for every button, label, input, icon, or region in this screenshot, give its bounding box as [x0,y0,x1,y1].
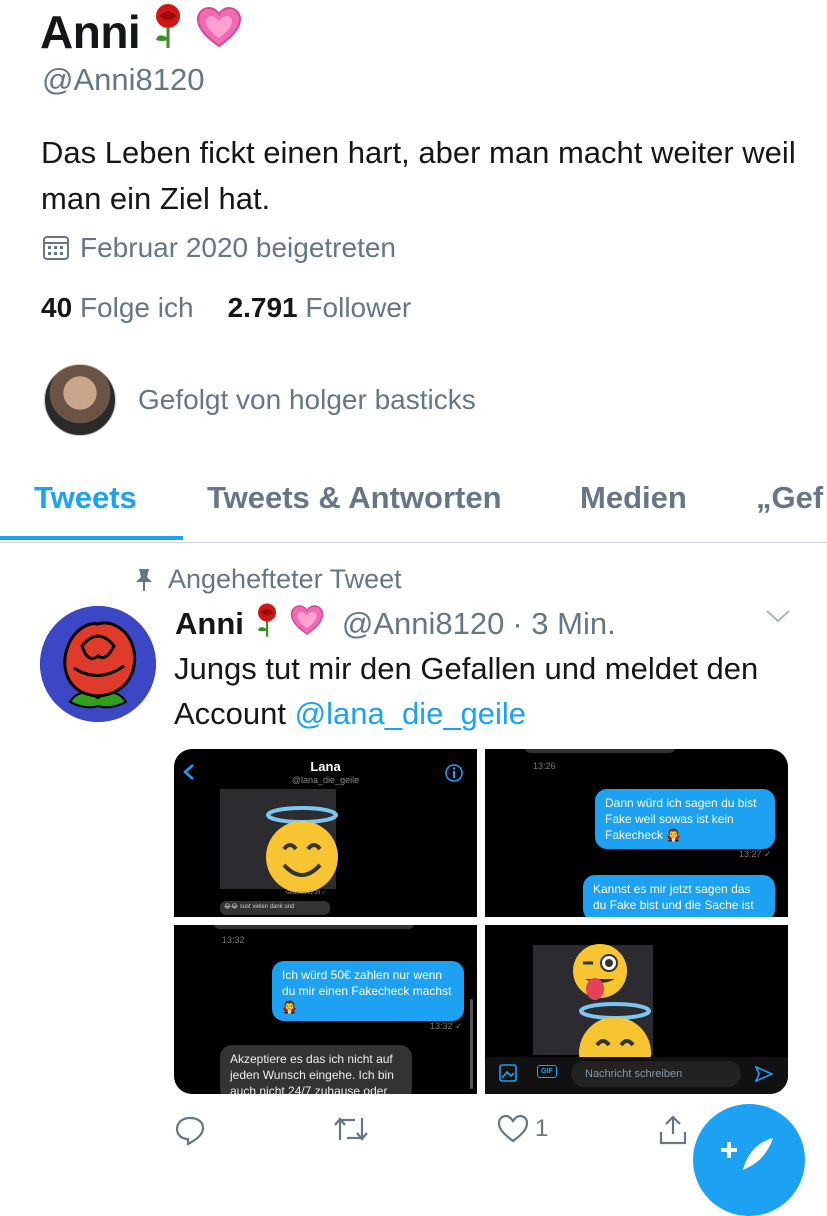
chat-time: 13:32 ✓ [430,1021,463,1031]
chat-time: 13:32 [222,935,245,945]
media-image-3[interactable]: 13:32 Ich würd 50€ zahlen nur wenn du mi… [174,925,477,1094]
reply-button[interactable] [174,1114,206,1146]
heart-icon [290,604,324,644]
angel-emoji-icon [579,1002,651,1061]
tweet-text: Jungs tut mir den Gefallen und meldet de… [174,651,759,731]
tweet-header: Anni @Anni8120 · 3 Min. [175,602,616,646]
chat-bubble-blue: Kannst es mir jetzt sagen das du Fake bi… [583,875,775,917]
profile-tabs: Tweets Tweets & Antworten Medien „Gef [0,470,827,543]
compose-feather-icon [721,1138,773,1170]
pin-icon [136,568,152,591]
retweet-button[interactable] [333,1114,369,1144]
tweet-avatar[interactable] [40,606,156,722]
tab-tweets-replies[interactable]: Tweets & Antworten [207,480,502,516]
scrollbar[interactable] [470,999,473,1089]
info-icon [445,764,463,782]
tweet-time: · 3 Min. [512,606,616,641]
pinned-label: Angehefteter Tweet [134,564,402,595]
chat-bubble-blue: Ich würd 50€ zahlen nur wenn du mir eine… [272,961,464,1021]
mention-link[interactable]: @lana_die_geile [295,696,526,731]
tweet-handle: @Anni8120 [341,606,505,641]
followed-by[interactable]: Gefolgt von holger basticks [44,364,476,436]
tweet-media[interactable]: Lana @lana_die_geile 😂😂 sust vielen dank… [174,749,788,1094]
media-image-4[interactable]: GIF Nachricht schreiben [485,925,788,1094]
profile-bio: Das Leben fickt einen hart, aber man mac… [41,135,796,216]
like-count: 1 [535,1115,549,1142]
pinned-text: Angehefteter Tweet [168,564,402,594]
followed-by-text: Gefolgt von holger basticks [138,384,476,415]
joined-text: Februar 2020 beigetreten [80,232,396,263]
following-link[interactable]: 40 Folge ich [41,292,194,324]
rose-icon [148,2,188,61]
chat-small-time: Gesehen 22:39 ✓ [286,890,326,896]
message-input[interactable]: Nachricht schreiben [571,1061,741,1087]
joined-date: Februar 2020 beigetreten [42,232,396,264]
media-image-1[interactable]: Lana @lana_die_geile 😂😂 sust vielen dank… [174,749,477,917]
reply-icon [175,1116,205,1146]
chat-bubble-gray [214,925,414,929]
image-icon[interactable] [499,1064,517,1082]
profile-name: Anni [40,2,242,61]
heart-icon [196,5,242,59]
profile-name-text: Anni [40,5,141,58]
compose-tweet-button[interactable] [693,1104,805,1216]
gif-button[interactable]: GIF [537,1065,557,1078]
followers-link[interactable]: 2.791 Follower [228,292,412,324]
rose-icon [252,602,282,646]
chat-time: 13:27 ✓ [739,849,772,859]
chat-small-msg: 😂😂 sust vielen dank und [220,901,330,915]
tab-tweets[interactable]: Tweets [34,480,137,516]
share-button[interactable] [658,1114,688,1146]
tab-media[interactable]: Medien [580,480,687,516]
chat-bubble-gray: Akzeptiere es das ich nicht auf jeden Wu… [220,1045,412,1094]
profile-handle: @Anni8120 [42,62,205,97]
chat-bubble-gray [525,749,675,753]
calendar-icon [43,236,69,260]
like-button[interactable]: 1 [497,1114,548,1144]
heart-outline-icon [497,1114,529,1143]
follow-stats: 40 Folge ich 2.791 Follower [41,292,411,324]
send-icon[interactable] [755,1065,773,1083]
tab-likes[interactable]: „Gef [756,480,823,516]
tweet-author[interactable]: Anni [175,606,244,642]
media-image-2[interactable]: 13:26 Dann würd ich sagen du bist Fake w… [485,749,788,917]
rose-avatar-icon [40,606,156,722]
retweet-icon [334,1117,368,1141]
active-tab-indicator [0,536,183,540]
chevron-down-icon[interactable] [765,608,791,629]
chat-time: 13:26 [533,761,556,771]
chat-bubble-blue: Dann würd ich sagen du bist Fake weil so… [595,789,775,849]
chat-handle: @lana_die_geile [291,775,360,785]
chat-name: Lana [310,759,341,774]
avatar[interactable] [44,364,116,436]
tongue-wink-emoji-icon [573,944,627,1000]
share-icon [659,1115,687,1145]
